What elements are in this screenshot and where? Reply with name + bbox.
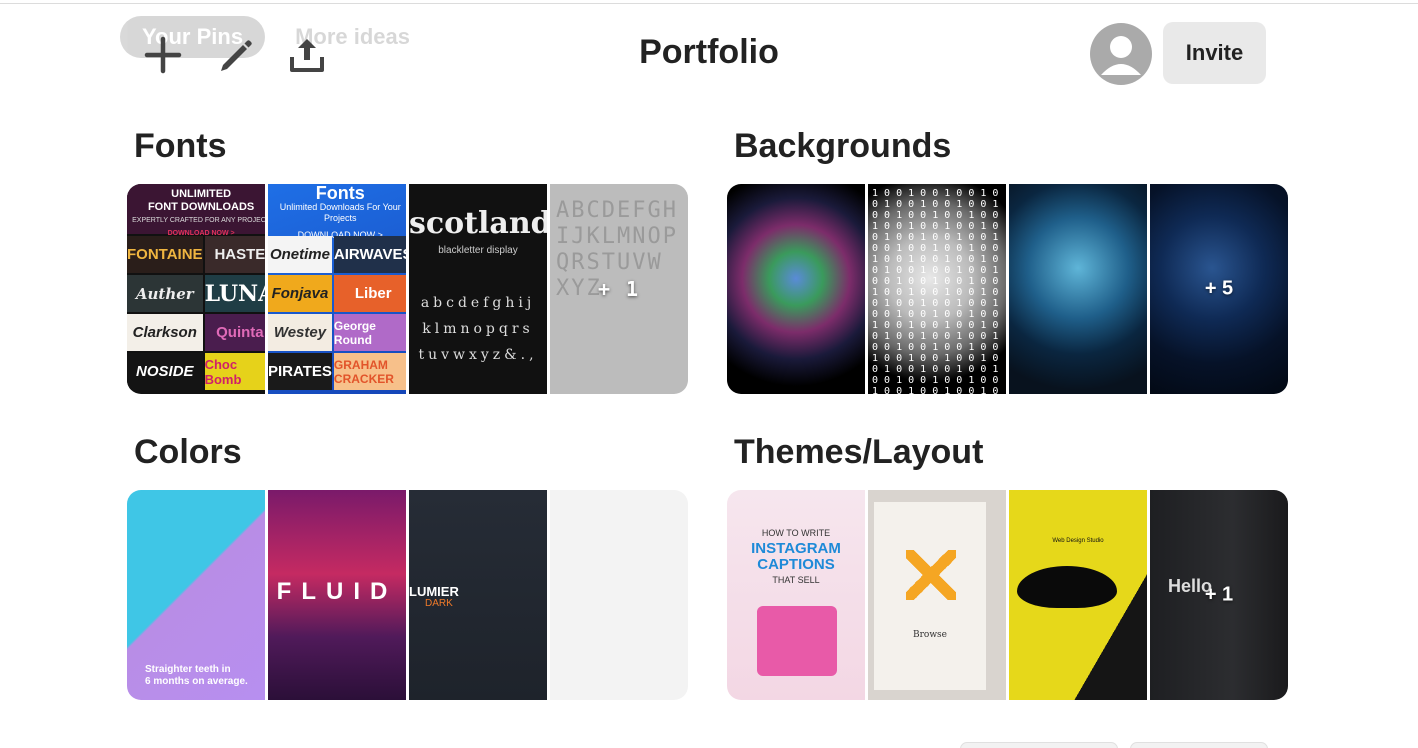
board-title: Backgrounds [734,127,952,165]
pin-thumbnail: + 5 [1150,184,1288,394]
board-themes-layout[interactable]: Themes/Layout HOW TO WRITE INSTAGRAM CAP… [727,432,1288,700]
more-pins-count: + 5 [1204,277,1234,300]
user-icon [1101,36,1141,75]
more-pins-count: + 1 [1204,583,1234,606]
pin-thumbnail: scotland blackletter display abcdefghij … [409,184,547,394]
board-pin-grid[interactable]: UNLIMITED FONT DOWNLOADS EXPERTLY CRAFTE… [127,184,688,394]
pin-thumbnail [1009,184,1147,394]
pin-thumbnail: UNLIMITED FONT DOWNLOADS EXPERTLY CRAFTE… [127,184,265,394]
board-colors[interactable]: Colors Straighter teeth in 6 months on a… [127,432,688,700]
board-title: Colors [134,433,242,471]
pin-thumbnail: Straighter teeth in 6 months on average. [127,490,265,700]
pin-thumbnail: Hello + 1 [1150,490,1288,700]
bottom-control[interactable] [960,742,1118,748]
pin-banner: UNLIMITED FONT DOWNLOADS EXPERTLY CRAFTE… [127,184,265,237]
board-page: Your Pins More ideas Portfolio Invite Fo… [0,0,1418,748]
board-fonts[interactable]: Fonts UNLIMITED FONT DOWNLOADS EXPERTLY … [127,126,688,394]
collaborator-avatar[interactable] [1090,23,1152,85]
pin-thumbnail: FLUID [268,490,406,700]
board-pin-grid[interactable]: HOW TO WRITE INSTAGRAM CAPTIONS THAT SEL… [727,490,1288,700]
pin-thumbnail: ABCDEFGH IJKLMNOP QRSTUVW XYZ + 1 [550,184,688,394]
pin-thumbnail: Browse [868,490,1006,700]
board-backgrounds[interactable]: Backgrounds 1 0 0 1 0 0 1 0 0 1 0 0 1 0 … [727,126,1288,394]
empty-pin-slot [550,490,688,700]
pin-thumbnail: 1 0 0 1 0 0 1 0 0 1 0 0 1 0 0 1 0 0 1 0 … [868,184,1006,394]
board-title: Themes/Layout [734,433,984,471]
board-pin-grid[interactable]: Straighter teeth in 6 months on average.… [127,490,688,700]
more-pins-count: + 1 [597,277,641,301]
top-divider [0,3,1418,4]
board-title: Fonts [134,127,227,165]
board-pin-grid[interactable]: 1 0 0 1 0 0 1 0 0 1 0 0 1 0 0 1 0 0 1 0 … [727,184,1288,394]
pin-thumbnail: HOW TO WRITE INSTAGRAM CAPTIONS THAT SEL… [727,490,865,700]
pin-thumbnail: LUMIER DARK [409,490,547,700]
pin-thumbnail: Web Design Studio [1009,490,1147,700]
pin-thumbnail: Fonts Unlimited Downloads For Your Proje… [268,184,406,394]
bottom-control[interactable] [1130,742,1268,748]
invite-button[interactable]: Invite [1163,22,1266,84]
pin-thumbnail [727,184,865,394]
